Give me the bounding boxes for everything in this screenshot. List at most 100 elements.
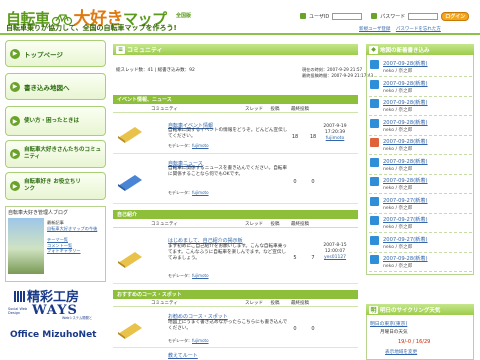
new-post-date-link[interactable]: 2007-09-28(新着) (383, 255, 428, 262)
arrow-right-icon: ▶ (10, 181, 20, 191)
new-post-user: neko / 奈之郎 (383, 244, 413, 250)
nav-community[interactable]: ▶ 自転車大好きさんたちのコミュニティ (5, 140, 106, 168)
login-button[interactable]: ログイン (441, 11, 470, 21)
thread-count: 18 (291, 134, 299, 140)
login-form: ユーザID パスワード ログイン (300, 10, 470, 22)
arrow-right-icon: ▶ (10, 48, 20, 59)
last-post-user[interactable]: fujimoto (326, 136, 345, 141)
post-marker-icon (370, 79, 379, 89)
last-post-user[interactable]: yes01127 (324, 255, 346, 260)
moderator-link[interactable]: fujimoto (192, 190, 209, 195)
new-post-item[interactable]: 2007-09-28(新着) neko / 奈之郎 (369, 78, 472, 97)
col-last-post: 最終投稿 (291, 107, 309, 112)
change-region-link[interactable]: 表示地域を変更 (385, 349, 417, 355)
forum-row: 自転車ニュース 自転車に関係するニュースを書き込んでください。自転車に関係するこ… (113, 154, 358, 204)
new-post-date-link[interactable]: 2007-09-27(新着) (383, 197, 428, 204)
col-threads: スレッド (245, 222, 263, 227)
sponsor-logo-mark (14, 291, 25, 302)
user-id-input[interactable] (332, 12, 363, 20)
moderator-label: モデレータ (168, 273, 188, 278)
new-post-item[interactable]: 2007-09-27(新着) neko / 奈之郎 (369, 234, 472, 253)
moderator-link[interactable]: fujimoto (192, 273, 209, 278)
new-post-item[interactable]: 2007-09-28(新着) neko / 奈之郎 (369, 97, 472, 116)
col-posts: 投稿 (270, 301, 280, 306)
new-post-date-link[interactable]: 2007-09-28(新着) (383, 119, 428, 126)
new-post-item[interactable]: 2007-09-28(新着) neko / 奈之郎 (369, 117, 472, 136)
forum-title-link[interactable]: お勧めのコース・スポット (168, 313, 228, 320)
weather-temperature: 19/-0 / 16/29 (398, 339, 431, 345)
nav-links[interactable]: ▶ 自転車好き お役立ちリンク (5, 172, 106, 200)
new-post-date-link[interactable]: 2007-09-28(新着) (383, 158, 428, 165)
new-post-user: neko / 奈之郎 (383, 186, 413, 191)
new-post-item[interactable]: 2007-09-28(新着) neko / 奈之郎 (369, 58, 472, 77)
map-icon: ◆ (369, 45, 378, 54)
new-post-item[interactable]: 2007-09-28(新着) neko / 奈之郎 (369, 175, 472, 194)
last-post-date: 2007-9-19 (323, 124, 347, 129)
weather-city-link[interactable]: 明日の東京(東京) (370, 320, 407, 327)
col-last-post: 最終投稿 (291, 222, 309, 227)
new-post-item[interactable]: 2007-09-28(新着) neko / 奈之郎 (369, 136, 472, 155)
last-post: 2007-8-15 12:00:07 yes01127 (320, 243, 350, 261)
section-header[interactable]: 自己紹介 (113, 210, 358, 219)
post-marker-icon (370, 235, 379, 245)
register-link[interactable]: 新規ユーザ登録 (359, 27, 390, 32)
col-threads: スレッド (245, 301, 263, 306)
section-header[interactable]: おすすめのコース・スポット (113, 290, 358, 299)
new-post-date-link[interactable]: 2007-09-27(新着) (383, 236, 428, 243)
moderator-label: モデレータ (168, 338, 188, 343)
new-post-item[interactable]: 2007-09-27(新着) neko / 奈之郎 (369, 195, 472, 214)
forum-moderator: モデレータ：fujimoto (168, 273, 209, 278)
new-post-date-link[interactable]: 2007-09-28(新着) (383, 60, 428, 67)
post-count: 0 (311, 179, 315, 185)
nav-label: 自転車好き お役立ちリンク (24, 179, 81, 192)
moderator-link[interactable]: fujimoto (192, 338, 209, 343)
new-post-date-link[interactable]: 2007-09-28(新着) (383, 80, 428, 87)
post-marker-icon (370, 138, 379, 147)
new-post-item[interactable]: 2007-09-28(新着) neko / 奈之郎 (369, 156, 472, 175)
post-count: 0 (311, 326, 315, 332)
new-post-user: neko / 奈之郎 (383, 108, 413, 113)
last-post-time: 最終投稿時間：2007-9-29 21:17:43 (302, 73, 374, 78)
moderator-link[interactable]: fujimoto (192, 143, 209, 148)
new-post-item[interactable]: 2007-09-27(新着) neko / 奈之郎 (369, 214, 472, 233)
nav-help[interactable]: ▶ 使い方・困ったときは (5, 106, 106, 136)
password-input[interactable] (408, 12, 439, 20)
sponsor-banner-3[interactable]: Office MizuhoNet (10, 330, 96, 340)
forum-description: まず初めにご自己紹介をお願いします。こんな自転車乗ってます。こんなふうに自転車を… (168, 244, 287, 261)
section-header[interactable]: イベント情報、ニュース (113, 95, 358, 104)
forum-description: 自転車に関係するニュースを書き込んでください。自転車に関係することなら何でもOK… (168, 166, 287, 177)
new-post-date-link[interactable]: 2007-09-28(新着) (383, 138, 428, 145)
blog-gallery-link[interactable]: フォトギャラリー (47, 248, 105, 254)
forum-moderator: モデレータ：fujimoto (168, 338, 209, 343)
nav-map[interactable]: ▶ 書き込み地図へ (5, 73, 106, 100)
header-divider (0, 33, 480, 35)
logo-edition: 全国版 (176, 13, 192, 19)
nav-top-page[interactable]: ▶ トップページ (5, 40, 106, 67)
site-tagline: 自転車乗りが協力して、全国の自転車マップを作ろう! (6, 24, 177, 32)
new-post-date-link[interactable]: 2007-09-28(新着) (383, 177, 428, 184)
new-post-date-link[interactable]: 2007-09-27(新着) (383, 216, 428, 223)
blog-latest-link[interactable]: 自転車大好きマップの今後 (47, 226, 105, 232)
weather-day: 月曜日の天気 (380, 330, 408, 335)
col-posts: 投稿 (270, 222, 280, 227)
new-posts-heading-text: 地図の新着書き込み (380, 47, 430, 54)
post-count: 18 (309, 134, 317, 140)
forum-title-link[interactable]: はじめまして、自己紹介の掲示板 (168, 237, 243, 244)
post-marker-icon (370, 99, 379, 108)
new-post-date-link[interactable]: 2007-09-28(新着) (383, 99, 428, 106)
forum-title-link[interactable]: 教えてルート (168, 352, 198, 359)
sun-icon: 明 (369, 305, 378, 314)
col-last-post: 最終投稿 (291, 301, 309, 306)
forgot-password-link[interactable]: パスワードを忘れた方 (396, 27, 441, 32)
post-marker-icon (370, 196, 379, 206)
post-marker-icon (370, 255, 379, 264)
column-headers: コミュニティ スレッド 投稿 最終投稿 (113, 221, 358, 228)
blog-photo[interactable] (8, 218, 44, 274)
new-post-item[interactable]: 2007-09-28(新着) neko / 奈之郎 (369, 253, 472, 272)
thread-count: 0 (293, 179, 297, 185)
book-icon (118, 252, 142, 268)
last-post-time: 12:00:07 (324, 249, 346, 254)
forum-row: 教えてルート (113, 348, 358, 360)
col-community: コミュニティ (151, 301, 178, 306)
col-threads: スレッド (245, 107, 263, 112)
